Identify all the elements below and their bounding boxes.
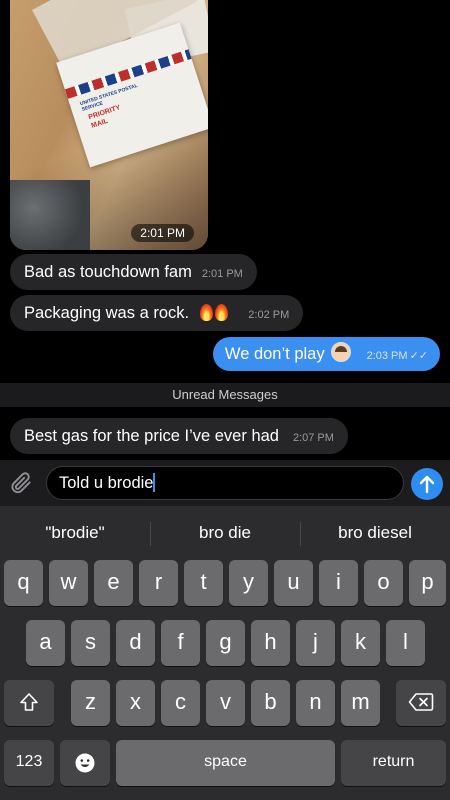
key-z[interactable]: z — [71, 680, 110, 726]
backspace-icon — [408, 693, 434, 711]
read-checkmarks-icon: ✓✓ — [409, 350, 428, 362]
text-caret — [153, 473, 156, 492]
message-timestamp: 2:07 PM — [292, 432, 334, 444]
key-d[interactable]: d — [116, 620, 155, 666]
key-m[interactable]: m — [341, 680, 380, 726]
message-input-value: Told u brodie — [59, 474, 154, 492]
key-u[interactable]: u — [274, 560, 313, 606]
key-a[interactable]: a — [26, 620, 65, 666]
message-timestamp: 2:02 PM — [248, 309, 290, 321]
key-l[interactable]: l — [386, 620, 425, 666]
key-n[interactable]: n — [296, 680, 335, 726]
key-h[interactable]: h — [251, 620, 290, 666]
key-e[interactable]: e — [94, 560, 133, 606]
suggestion-1[interactable]: "brodie" — [0, 514, 150, 552]
message-timestamp: 2:03 PM — [366, 350, 408, 362]
message-text: Best gas for the price I’ve ever had — [24, 427, 279, 445]
key-y[interactable]: y — [229, 560, 268, 606]
fire-emoji-icon — [199, 304, 213, 321]
photo-message[interactable]: UNITED STATES POSTAL SERVICE PRIORITY MA… — [10, 0, 208, 250]
key-s[interactable]: s — [71, 620, 110, 666]
key-p[interactable]: p — [409, 560, 446, 606]
key-x[interactable]: x — [116, 680, 155, 726]
arrow-up-icon — [419, 475, 435, 494]
autocorrect-suggestions: "brodie" bro die bro diesel — [0, 514, 450, 552]
message-timestamp: 2:01 PM — [201, 268, 243, 280]
incoming-message[interactable]: Packaging was a rock. 2:02 PM — [10, 295, 304, 331]
paperclip-icon[interactable] — [8, 470, 34, 496]
unread-messages-divider: Unread Messages — [0, 383, 450, 407]
suggestion-2[interactable]: bro die — [150, 514, 300, 552]
key-t[interactable]: t — [184, 560, 223, 606]
backspace-key[interactable] — [396, 680, 446, 726]
key-k[interactable]: k — [341, 620, 380, 666]
suggestion-3[interactable]: bro diesel — [300, 514, 450, 552]
message-input[interactable]: Told u brodie — [46, 466, 404, 500]
key-j[interactable]: j — [296, 620, 335, 666]
key-r[interactable]: r — [139, 560, 178, 606]
shift-key[interactable] — [4, 680, 54, 726]
key-f[interactable]: f — [161, 620, 200, 666]
incoming-message[interactable]: Best gas for the price I’ve ever had 2:07… — [10, 418, 348, 454]
message-text: Bad as touchdown fam — [24, 263, 192, 281]
key-c[interactable]: c — [161, 680, 200, 726]
message-text: Packaging was a rock. — [24, 304, 190, 322]
key-q[interactable]: q — [4, 560, 43, 606]
key-g[interactable]: g — [206, 620, 245, 666]
key-b[interactable]: b — [251, 680, 290, 726]
photo-floor — [10, 180, 90, 250]
package-photo: UNITED STATES POSTAL SERVICE PRIORITY MA… — [10, 0, 208, 250]
fire-emoji-icon — [214, 304, 228, 321]
space-key[interactable]: space — [116, 740, 335, 786]
message-text: We don’t play — [224, 345, 325, 363]
shift-icon — [20, 693, 38, 711]
key-o[interactable]: o — [364, 560, 403, 606]
key-v[interactable]: v — [206, 680, 245, 726]
key-w[interactable]: w — [49, 560, 88, 606]
outgoing-message[interactable]: We don’t play 2:03 PM ✓✓ — [212, 337, 440, 371]
return-key[interactable]: return — [341, 740, 446, 786]
keyboard: "brodie" bro die bro diesel q w e r t y … — [0, 506, 450, 800]
facepalm-emoji-icon — [330, 342, 351, 362]
incoming-message[interactable]: Bad as touchdown fam 2:01 PM — [10, 254, 257, 290]
send-button[interactable] — [411, 468, 443, 500]
emoji-icon — [75, 753, 95, 773]
emoji-key[interactable] — [60, 740, 110, 786]
message-timestamp: 2:01 PM — [131, 224, 194, 242]
key-i[interactable]: i — [319, 560, 358, 606]
message-composer: Told u brodie — [0, 460, 450, 506]
numbers-key[interactable]: 123 — [4, 740, 54, 786]
